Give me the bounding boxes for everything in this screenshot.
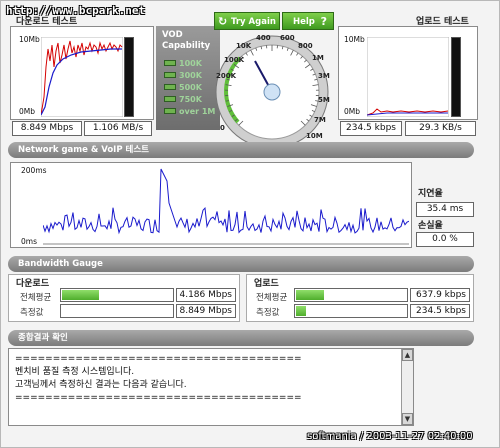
help-icon: ? — [320, 15, 327, 28]
loss-label: 손실율 — [418, 221, 443, 231]
download-avg-fill — [62, 290, 99, 300]
scale-1m: 1M — [312, 54, 324, 62]
vod-led-500k — [164, 84, 176, 90]
scale-100k: 100K — [224, 56, 245, 64]
upload-avg-fill — [296, 290, 324, 300]
upload-y-min: 0Mb — [344, 107, 361, 116]
vod-level-over-1m: over 1M — [179, 107, 216, 116]
result-textarea[interactable]: ====================================== 벤… — [8, 348, 414, 426]
upload-level-bar — [451, 37, 461, 117]
scale-400: 400 — [256, 34, 271, 42]
download-measured-label: 측정값 — [20, 308, 44, 318]
vod-title: VOD — [162, 30, 183, 40]
latency-y-min: 0ms — [21, 237, 37, 246]
vod-level-750k: 750K — [179, 95, 202, 104]
result-section-bar: 종합결과 확인 — [8, 330, 474, 346]
download-y-max: 10Mb — [19, 35, 40, 44]
refresh-icon: ↻ — [218, 15, 228, 28]
watermark-top: http://www.bcpark.net — [6, 4, 146, 17]
upload-gauge-title: 업로드 — [254, 279, 279, 289]
vod-level-100k: 100K — [179, 59, 202, 68]
loss-value: 0.0 % — [416, 232, 474, 247]
download-measured-bar — [60, 304, 174, 318]
vod-level-300k: 300K — [179, 71, 202, 80]
latency-line — [43, 168, 409, 235]
scale-3m: 3M — [318, 72, 330, 80]
scale-200k: 200K — [216, 72, 237, 80]
vod-level-500k: 500K — [179, 83, 202, 92]
download-graph — [41, 37, 123, 117]
download-mbps-value: 8.849 Mbps — [12, 121, 82, 136]
speedometer: 10K 100K 200K 400 600 800 1M 3M 5M 7M 10… — [215, 34, 330, 149]
download-y-min: 0Mb — [19, 107, 36, 116]
help-label: Help — [293, 17, 315, 27]
upload-graph — [367, 37, 449, 117]
download-avg-label: 전체평균 — [20, 293, 52, 303]
upload-avg-bar — [294, 288, 408, 302]
upload-measured-fill — [296, 306, 307, 316]
download-gauge-title: 다운로드 — [16, 279, 50, 289]
network-game-section-bar: Network game & VoIP 테스트 — [8, 142, 474, 158]
result-scrollbar[interactable]: ▲ ▼ — [401, 349, 413, 425]
download-measured-value: 8.849 Mbps — [176, 304, 236, 318]
scale-800: 800 — [298, 42, 313, 50]
try-again-button[interactable]: ↻ Try Again — [214, 12, 280, 30]
bandwidth-section-title: Bandwidth Gauge — [18, 259, 103, 269]
vod-led-750k — [164, 96, 176, 102]
download-mbs-value: 1.106 MB/s — [84, 121, 152, 136]
scale-5m: 5M — [318, 96, 330, 104]
result-line: ====================================== — [15, 393, 302, 403]
vod-led-100k — [164, 60, 176, 66]
watermark-bottom: softmania / 2003-11-27 02:40:00 — [307, 431, 473, 442]
upload-measured-value: 234.5 kbps — [410, 304, 470, 318]
scroll-up-icon[interactable]: ▲ — [402, 349, 413, 361]
latency-value: 35.4 ms — [416, 202, 474, 217]
scale-10k: 10K — [236, 42, 252, 50]
try-again-label: Try Again — [231, 17, 276, 27]
result-line: 고객님께서 측정하신 결과는 다음과 같습니다. — [15, 380, 187, 390]
scale-0: 0 — [220, 124, 225, 132]
speedometer-hub — [263, 83, 281, 101]
scale-600: 600 — [280, 34, 295, 42]
download-avg-value: 4.186 Mbps — [176, 288, 236, 302]
upload-kbs-value: 29.3 KB/s — [405, 121, 476, 136]
download-graph-panel: 10Mb 0Mb — [10, 26, 154, 120]
upload-measured-label: 측정값 — [256, 308, 280, 318]
scale-10m: 10M — [306, 132, 323, 140]
download-avg-bar — [60, 288, 174, 302]
upload-graph-panel: 10Mb 0Mb — [338, 26, 478, 120]
upload-measured-bar — [294, 304, 408, 318]
scroll-down-icon[interactable]: ▼ — [402, 413, 413, 425]
latency-graph — [43, 168, 409, 245]
upload-avg-value: 637.9 kbps — [410, 288, 470, 302]
latency-graph-panel: 200ms 0ms — [10, 162, 412, 248]
result-line: ====================================== — [15, 354, 302, 364]
network-game-section-title: Network game & VoIP 테스트 — [18, 145, 149, 155]
bandwidth-section-bar: Bandwidth Gauge — [8, 256, 474, 272]
download-level-bar — [124, 37, 134, 117]
vod-subtitle: Capability — [162, 41, 211, 51]
vod-led-300k — [164, 72, 176, 78]
upload-avg-label: 전체평균 — [256, 293, 288, 303]
scale-7m: 7M — [314, 116, 326, 124]
upload-kbps-value: 234.5 kbps — [340, 121, 402, 136]
vod-led-over-1m — [164, 108, 176, 114]
upload-y-max: 10Mb — [344, 35, 365, 44]
latency-label: 지연율 — [418, 189, 443, 199]
help-button[interactable]: Help ? — [282, 12, 334, 30]
result-section-title: 종합결과 확인 — [18, 333, 68, 343]
result-line: 벤치비 품질 측정 시스템입니다. — [15, 367, 135, 377]
